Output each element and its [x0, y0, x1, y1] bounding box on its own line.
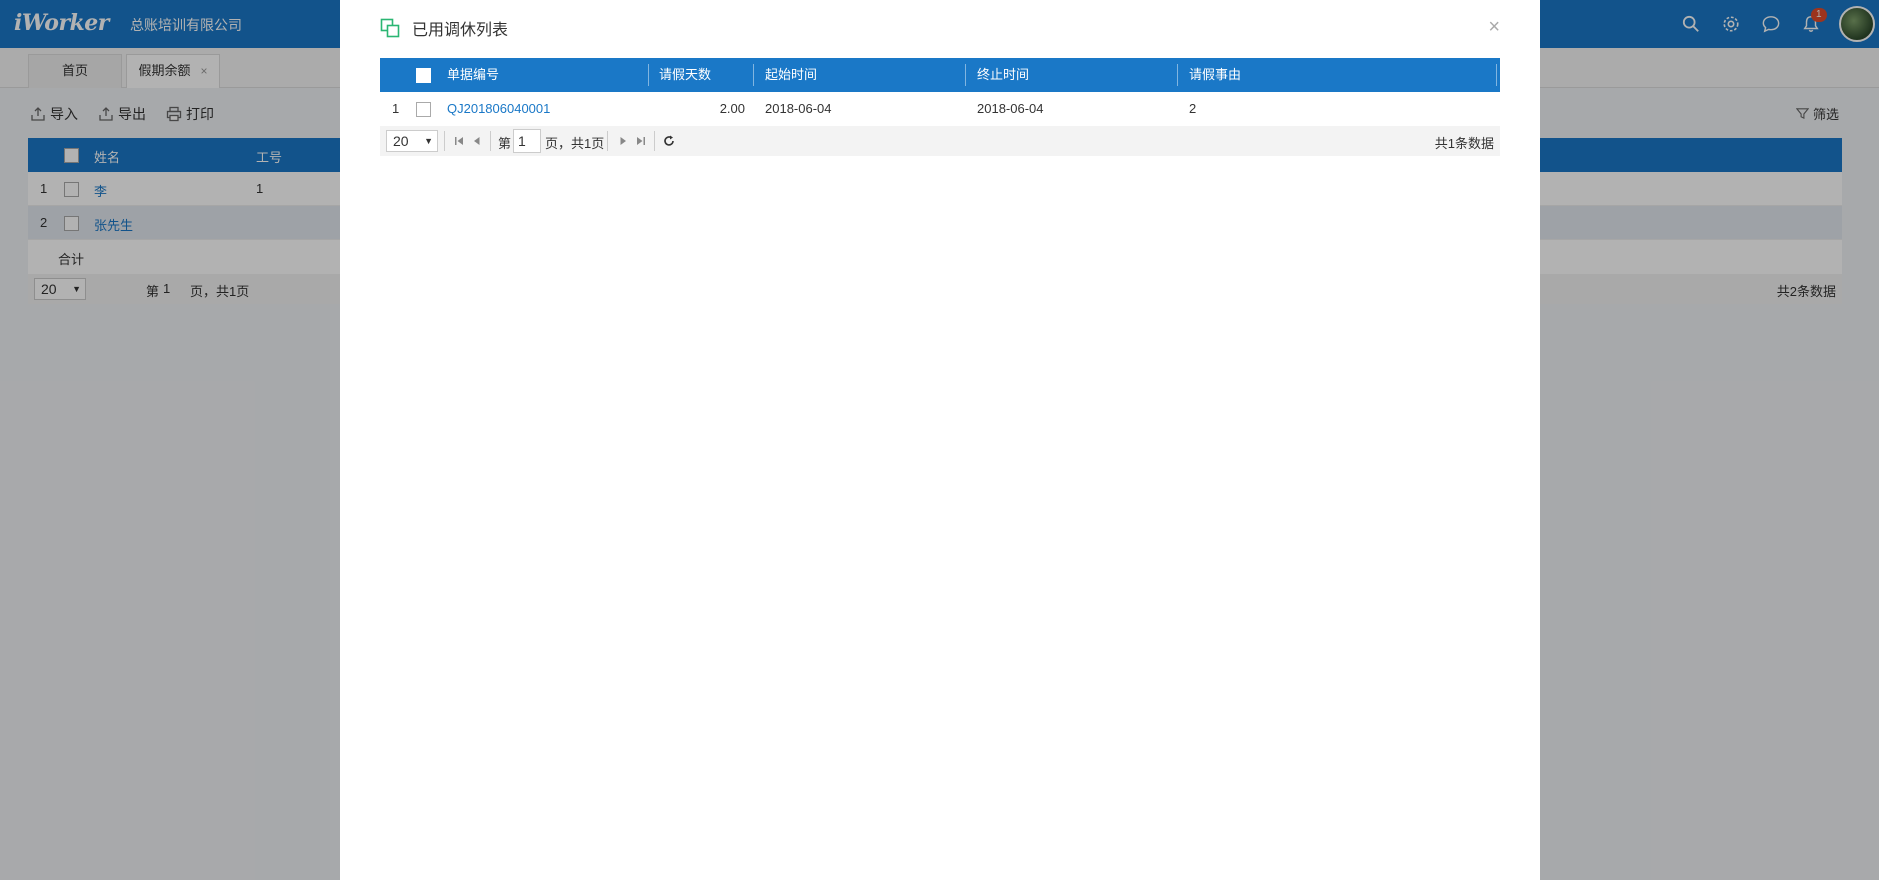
grid-header: 单据编号 请假天数 起始时间 终止时间 请假事由 [380, 58, 1500, 92]
modal-title: 已用调休列表 [380, 16, 508, 40]
pager: 20 ▼ 第 1 页，共1页 共1条数据 [380, 126, 1500, 156]
page-number-input[interactable]: 1 [513, 129, 541, 153]
prev-page-icon[interactable] [470, 134, 484, 148]
close-icon[interactable]: × [1488, 16, 1500, 39]
doc-no-link[interactable]: QJ201806040001 [447, 92, 550, 126]
end-time: 2018-06-04 [977, 101, 1044, 116]
last-page-icon[interactable] [634, 134, 648, 148]
page-suffix: 页，共1页 [545, 136, 605, 151]
leave-days: 2.00 [719, 101, 745, 116]
col-start-time[interactable]: 起始时间 [765, 58, 817, 92]
page-size-value: 20 [393, 133, 409, 149]
col-end-time[interactable]: 终止时间 [977, 58, 1029, 92]
col-days[interactable]: 请假天数 [659, 58, 711, 92]
copy-icon [380, 18, 400, 38]
start-time: 2018-06-04 [765, 101, 832, 116]
row-checkbox[interactable] [416, 102, 431, 118]
dropdown-arrow-icon: ▼ [424, 136, 433, 146]
col-reason[interactable]: 请假事由 [1189, 58, 1241, 92]
modal-title-text: 已用调休列表 [412, 22, 509, 39]
select-all-checkbox[interactable] [416, 68, 431, 84]
page-prefix: 第 [498, 136, 512, 151]
col-doc-no[interactable]: 单据编号 [447, 58, 499, 92]
total-count: 共1条数据 [1434, 136, 1494, 151]
next-page-icon[interactable] [616, 134, 630, 148]
row-index: 1 [392, 101, 400, 116]
first-page-icon[interactable] [452, 134, 466, 148]
refresh-icon[interactable] [662, 134, 676, 148]
leave-reason: 2 [1189, 101, 1197, 116]
used-leave-modal: 已用调休列表 × 单据编号 请假天数 起始时间 终止时间 请假事由 1 QJ20… [340, 0, 1540, 880]
table-row[interactable]: 1 QJ201806040001 2.00 2018-06-04 2018-06… [380, 92, 1500, 126]
page-size-select[interactable]: 20 ▼ [386, 130, 438, 152]
used-leave-grid: 单据编号 请假天数 起始时间 终止时间 请假事由 1 QJ20180604000… [380, 58, 1500, 156]
